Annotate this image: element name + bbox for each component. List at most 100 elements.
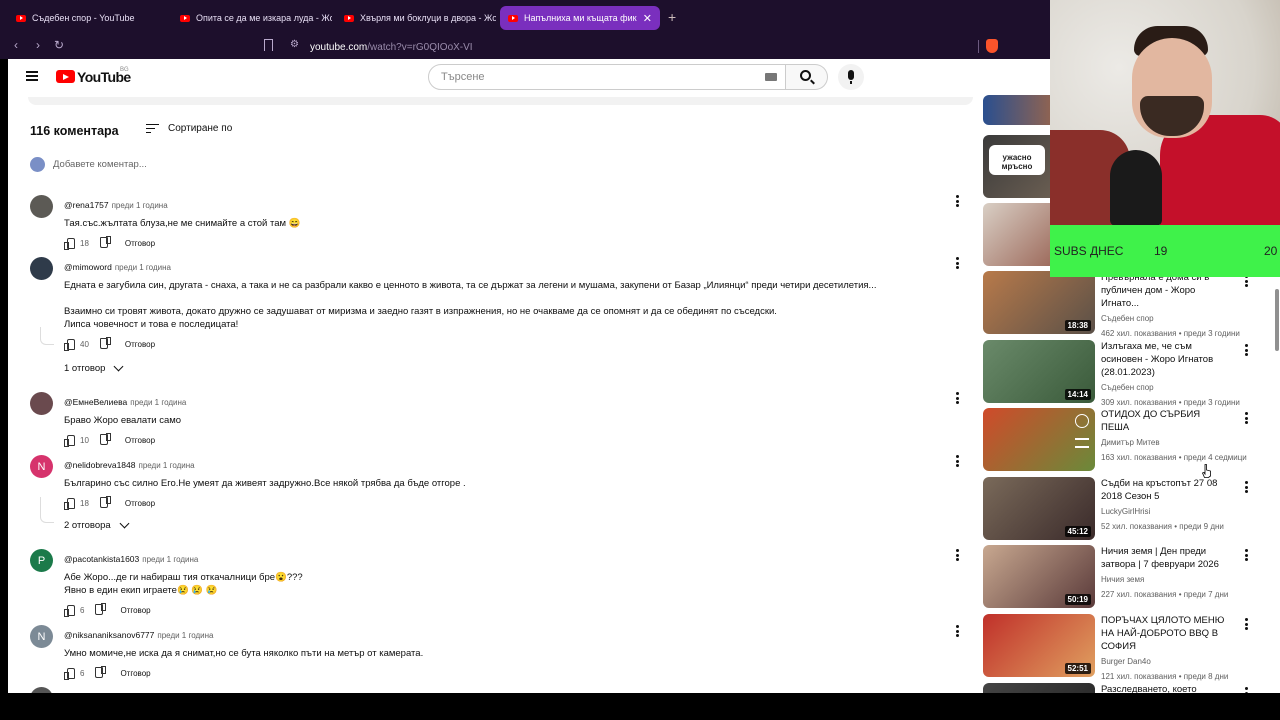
like-icon[interactable] xyxy=(64,435,75,447)
new-tab-icon[interactable]: + xyxy=(668,9,676,25)
avatar[interactable]: N xyxy=(30,455,53,478)
related-video-item[interactable]: ОТИДОХ ДО СЪРБИЯ ПЕША Димитър Митев 163 … xyxy=(983,408,1273,472)
scrollbar-thumb[interactable] xyxy=(1275,289,1279,351)
close-tab-icon[interactable]: ✕ xyxy=(643,12,652,25)
comment-author[interactable]: @rena1757 xyxy=(64,200,109,210)
reply-button[interactable]: Отговор xyxy=(125,499,155,508)
reply-button[interactable]: Отговор xyxy=(125,436,155,445)
video-thumbnail[interactable]: 52:51 xyxy=(983,614,1095,677)
brave-shield-icon[interactable] xyxy=(986,39,998,53)
related-video-item[interactable]: 52:51 ПОРЪЧАХ ЦЯЛОТО МЕНЮ НА НАЙ-ДОБРОТО… xyxy=(983,614,1273,681)
comment-author[interactable]: @mimoword xyxy=(64,262,112,272)
reply-button[interactable]: Отговор xyxy=(120,669,150,678)
comment-author[interactable]: @nelidobreva1848 xyxy=(64,460,136,470)
avatar[interactable] xyxy=(30,392,53,415)
dislike-icon[interactable] xyxy=(96,668,106,678)
video-title[interactable]: Ничия земя | Ден преди затвора | 7 февру… xyxy=(1101,545,1231,571)
avatar[interactable] xyxy=(30,257,53,280)
address-bar[interactable]: youtube.com/watch?v=rG0QIOoX-VI xyxy=(310,37,1030,57)
video-channel[interactable]: LuckyGirlHrisi xyxy=(1101,505,1231,518)
video-menu-icon[interactable] xyxy=(1245,549,1249,561)
comment-menu-icon[interactable] xyxy=(956,549,960,561)
sort-button[interactable]: Сортиране по xyxy=(146,123,232,134)
video-title[interactable]: Съдби на кръстопът 27 08 2018 Сезон 5 xyxy=(1101,477,1231,503)
avatar[interactable]: N xyxy=(30,625,53,648)
dislike-icon[interactable] xyxy=(101,435,111,445)
reply-button[interactable]: Отговор xyxy=(125,239,155,248)
video-channel[interactable]: Ничия земя xyxy=(1101,573,1231,586)
watch-later-icon[interactable] xyxy=(1075,414,1089,428)
video-thumbnail[interactable]: 50:19 xyxy=(983,545,1095,608)
search-button[interactable] xyxy=(786,64,828,90)
video-thumbnail[interactable] xyxy=(983,683,1095,693)
avatar[interactable] xyxy=(30,195,53,218)
menu-icon[interactable] xyxy=(26,71,38,81)
video-title[interactable]: Разследването, което xyxy=(1101,683,1231,693)
like-icon[interactable] xyxy=(64,605,75,617)
video-thumbnail[interactable]: 18:38 xyxy=(983,271,1095,334)
video-thumbnail[interactable]: 45:12 xyxy=(983,477,1095,540)
like-icon[interactable] xyxy=(64,238,75,250)
video-title[interactable]: ПОРЪЧАХ ЦЯЛОТО МЕНЮ НА НАЙ-ДОБРОТО BBQ В… xyxy=(1101,614,1231,653)
add-comment-row[interactable]: Добавете коментар... xyxy=(30,157,147,172)
dislike-icon[interactable] xyxy=(101,238,111,248)
like-icon[interactable] xyxy=(64,668,75,680)
video-channel[interactable]: Съдебен спор xyxy=(1101,381,1231,394)
video-menu-icon[interactable] xyxy=(1245,618,1249,630)
bookmark-icon[interactable] xyxy=(264,39,273,51)
comment-menu-icon[interactable] xyxy=(956,195,960,207)
browser-tab-2[interactable]: Опита се да ме изкара луда - Жор xyxy=(172,6,332,30)
like-icon[interactable] xyxy=(64,498,75,510)
show-replies-button[interactable]: 2 отговора xyxy=(64,518,130,531)
video-menu-icon[interactable] xyxy=(1245,412,1249,424)
video-thumbnail[interactable]: 14:14 xyxy=(983,340,1095,403)
comment-time[interactable]: преди 1 година xyxy=(115,263,171,272)
related-video-item[interactable]: 18:38 Превърнала е дома си в публичен до… xyxy=(983,271,1273,338)
comment-menu-icon[interactable] xyxy=(956,625,960,637)
comment-author[interactable]: @niksananiksanov6777 xyxy=(64,630,154,640)
comment-author[interactable]: @pacotankista1603 xyxy=(64,554,139,564)
video-thumbnail[interactable] xyxy=(983,408,1095,471)
reply-button[interactable]: Отговор xyxy=(120,606,150,615)
comment-author[interactable]: @ЕмнеВелиева xyxy=(64,397,127,407)
related-video-item[interactable]: 50:19 Ничия земя | Ден преди затвора | 7… xyxy=(983,545,1273,609)
comment-time[interactable]: преди 1 година xyxy=(112,201,168,210)
browser-tab-3[interactable]: Хвърля ми боклуци в двора - Жор xyxy=(336,6,496,30)
search-input[interactable]: Търсене xyxy=(428,64,786,90)
forward-icon[interactable]: › xyxy=(36,38,40,52)
add-to-queue-icon[interactable] xyxy=(1075,438,1089,448)
comment-time[interactable]: преди 1 година xyxy=(130,398,186,407)
comment-time[interactable]: преди 1 година xyxy=(157,631,213,640)
reload-icon[interactable]: ↻ xyxy=(54,38,64,52)
reply-button[interactable]: Отговор xyxy=(125,340,155,349)
related-video-item[interactable]: 14:14 Излъгаха ме, че съм осиновен - Жор… xyxy=(983,340,1273,407)
video-title[interactable]: ОТИДОХ ДО СЪРБИЯ ПЕША xyxy=(1101,408,1231,434)
voice-search-icon[interactable] xyxy=(838,64,864,90)
video-channel[interactable]: Димитър Митев xyxy=(1101,436,1231,449)
video-menu-icon[interactable] xyxy=(1245,344,1249,356)
comment-time[interactable]: преди 1 година xyxy=(139,461,195,470)
comment-menu-icon[interactable] xyxy=(956,392,960,404)
dislike-icon[interactable] xyxy=(96,605,106,615)
like-icon[interactable] xyxy=(64,339,75,351)
dislike-icon[interactable] xyxy=(101,339,111,349)
keyboard-icon[interactable] xyxy=(765,73,777,81)
related-video-item[interactable]: Разследването, което xyxy=(983,683,1273,693)
browser-tab-1[interactable]: Съдебен спор - YouTube xyxy=(8,6,168,30)
site-settings-icon[interactable]: ⚙ xyxy=(290,39,299,50)
video-channel[interactable]: Burger Dan4o xyxy=(1101,655,1231,668)
video-menu-icon[interactable] xyxy=(1245,481,1249,493)
youtube-logo-icon[interactable] xyxy=(56,70,75,83)
dislike-icon[interactable] xyxy=(101,498,111,508)
browser-tab-active[interactable]: Напълниха ми къщата фикаели ✕ xyxy=(500,6,660,30)
avatar[interactable] xyxy=(30,687,53,693)
video-title[interactable]: Излъгаха ме, че съм осиновен - Жоро Игна… xyxy=(1101,340,1231,379)
avatar[interactable]: P xyxy=(30,549,53,572)
comment-time[interactable]: преди 1 година xyxy=(142,555,198,564)
comment-menu-icon[interactable] xyxy=(956,455,960,467)
related-video-item[interactable]: 45:12 Съдби на кръстопът 27 08 2018 Сезо… xyxy=(983,477,1273,541)
comment-menu-icon[interactable] xyxy=(956,257,960,269)
back-icon[interactable]: ‹ xyxy=(14,38,18,52)
show-replies-button[interactable]: 1 отговор xyxy=(64,361,124,374)
video-menu-icon[interactable] xyxy=(1245,687,1249,693)
